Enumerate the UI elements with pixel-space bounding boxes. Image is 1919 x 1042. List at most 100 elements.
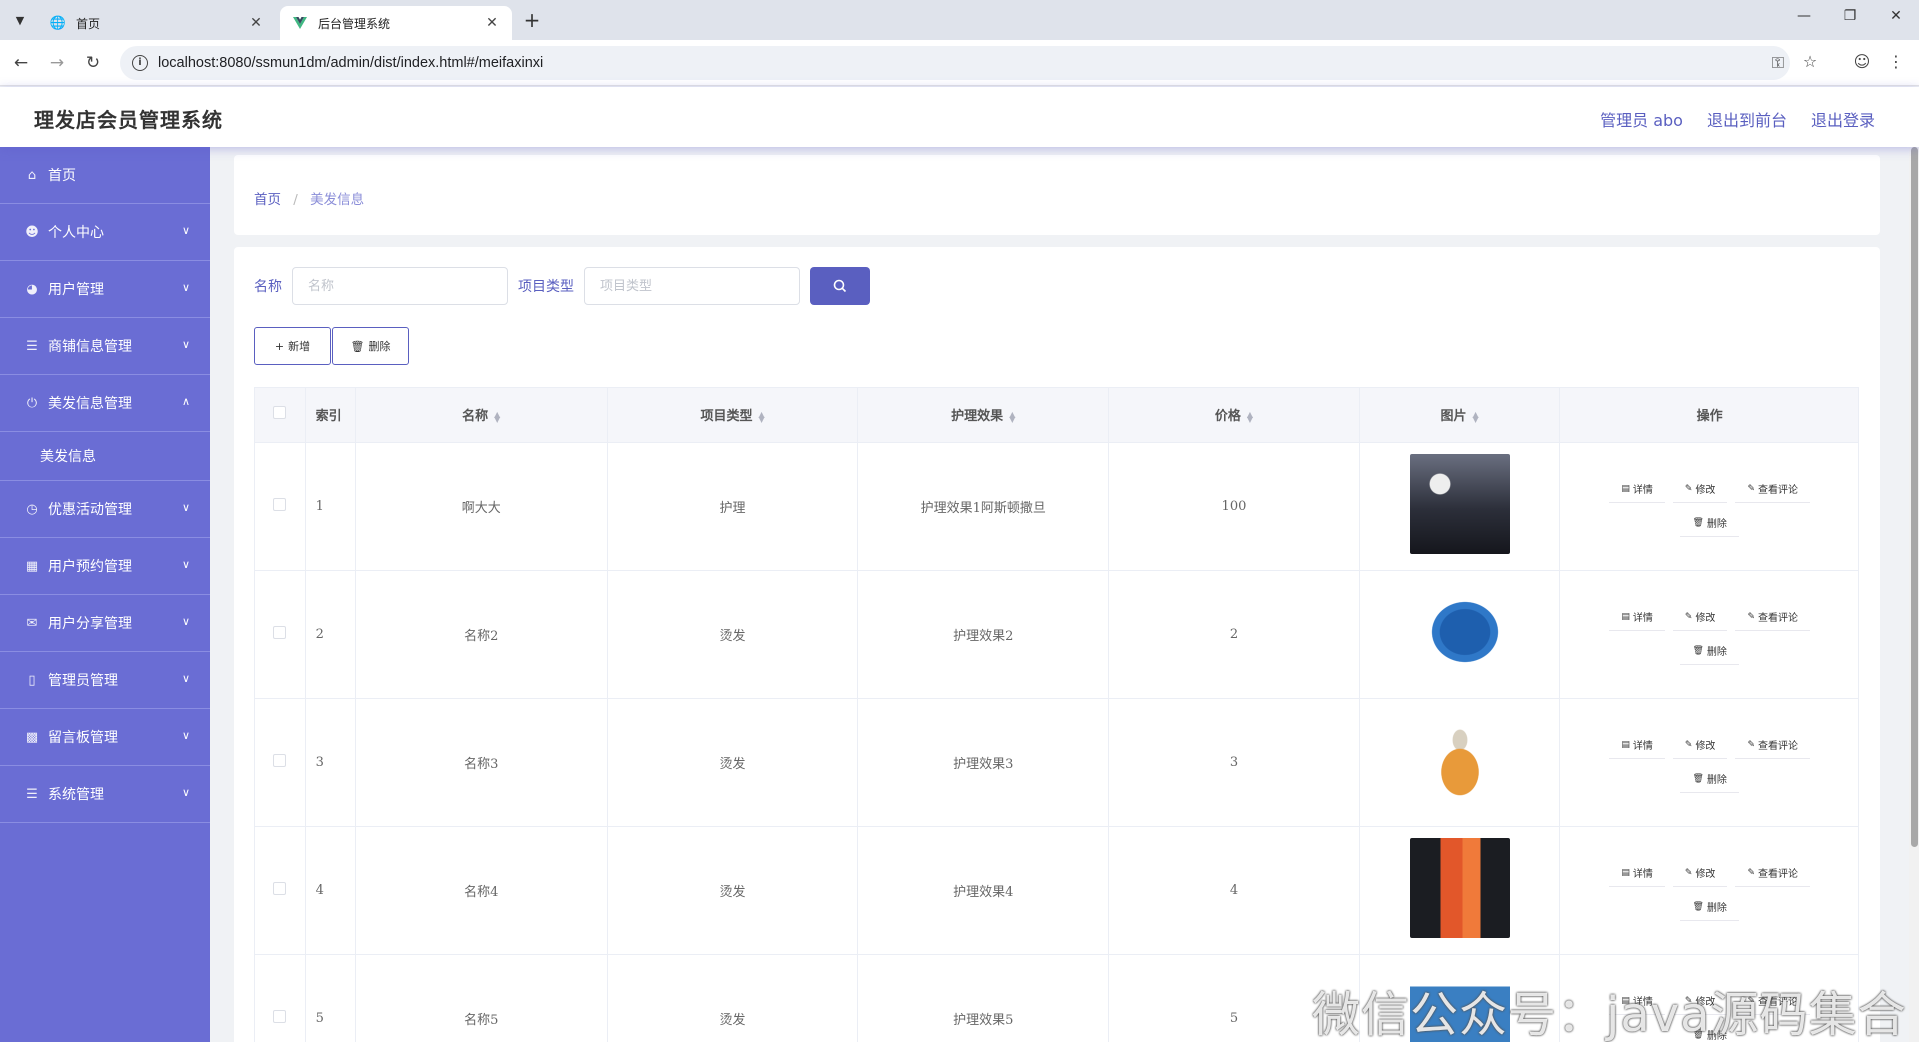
action-buttons: + 新增 🗑 删除	[254, 327, 410, 365]
minimize-icon[interactable]: —	[1792, 8, 1816, 24]
restore-icon[interactable]: ❐	[1838, 8, 1862, 24]
row-delete-button[interactable]: 🗑 删除	[1680, 893, 1739, 921]
row-checkbox[interactable]	[273, 1009, 287, 1023]
logout-link[interactable]: 退出登录	[1811, 107, 1875, 131]
cell-index: 3	[305, 698, 356, 827]
cell-index: 4	[305, 826, 356, 955]
product-thumbnail[interactable]	[1409, 710, 1510, 810]
sidebar-item-system[interactable]: ☰ 系统管理 ∨	[0, 766, 210, 823]
back-icon[interactable]: ←	[10, 52, 32, 74]
type-search-input[interactable]	[584, 267, 800, 305]
product-thumbnail[interactable]	[1409, 582, 1510, 682]
view-comments-button[interactable]: ✎ 查看评论	[1735, 603, 1810, 631]
product-thumbnail[interactable]	[1409, 454, 1510, 554]
row-checkbox[interactable]	[273, 625, 287, 639]
sidebar-item-admin-management[interactable]: ▯ 管理员管理 ∨	[0, 652, 210, 709]
browser-tab-admin[interactable]: 后台管理系统 ✕	[280, 6, 512, 40]
list-icon: ☰	[26, 786, 38, 802]
profile-icon[interactable]: ☺	[1852, 52, 1872, 71]
cell-index: 5	[305, 954, 356, 1042]
sidebar-item-hair-info-management[interactable]: ⏻ 美发信息管理 ∧	[0, 375, 210, 432]
product-thumbnail[interactable]	[1409, 838, 1510, 938]
more-menu-icon[interactable]: ⋮	[1886, 52, 1906, 71]
sidebar-item-shares[interactable]: ✉ 用户分享管理 ∨	[0, 595, 210, 652]
breadcrumb-home[interactable]: 首页	[254, 192, 281, 208]
trash-icon: 🗑	[1692, 901, 1704, 912]
row-checkbox[interactable]	[273, 497, 287, 511]
window-close-icon[interactable]: ✕	[1884, 8, 1908, 24]
detail-button[interactable]: ▤ 详情	[1609, 731, 1665, 759]
edit-button[interactable]: ✎ 修改	[1672, 731, 1728, 759]
sidebar-item-reservations[interactable]: ▦ 用户预约管理 ∨	[0, 538, 210, 595]
browser-tab-home[interactable]: 🌐 首页 ✕	[38, 6, 276, 40]
sort-icon[interactable]: ▲ ▼	[1009, 410, 1015, 423]
add-button[interactable]: + 新增	[254, 327, 331, 365]
detail-button[interactable]: ▤ 详情	[1609, 859, 1665, 887]
search-button[interactable]	[810, 267, 870, 305]
tab-search-chevron-icon[interactable]: ▼	[8, 9, 32, 31]
sidebar-subitem-hair-info[interactable]: 美发信息	[0, 432, 210, 481]
header-effect[interactable]: 护理效果 ▲ ▼	[857, 388, 1110, 443]
row-checkbox[interactable]	[273, 881, 287, 895]
edit-button[interactable]: ✎ 修改	[1672, 475, 1728, 503]
cell-actions: ▤ 详情 ✎ 修改 ✎ 查看评论 🗑 删除	[1559, 570, 1858, 699]
select-all-checkbox[interactable]	[273, 406, 287, 420]
sort-icon[interactable]: ▲ ▼	[494, 410, 500, 423]
sidebar-item-user-management[interactable]: ◕ 用户管理 ∨	[0, 261, 210, 318]
view-comments-button[interactable]: ✎ 查看评论	[1735, 475, 1810, 503]
chevron-up-icon: ∧	[181, 395, 190, 408]
row-checkbox[interactable]	[273, 753, 287, 767]
forward-icon[interactable]: →	[46, 52, 68, 74]
cell-type: 烫发	[607, 570, 859, 699]
cell-actions: ▤ 详情 ✎ 修改 ✎ 查看评论 🗑 删除	[1559, 442, 1858, 571]
new-tab-button[interactable]: +	[520, 8, 544, 32]
sort-icon[interactable]: ▲ ▼	[758, 410, 764, 423]
close-icon[interactable]: ✕	[484, 15, 500, 31]
trash-icon: 🗑	[350, 339, 365, 353]
globe-icon: 🌐	[49, 15, 67, 31]
chevron-down-icon: ∨	[181, 281, 190, 294]
chevron-down-icon: ∨	[181, 224, 190, 237]
edit-icon: ✎	[1747, 611, 1755, 622]
site-info-icon[interactable]: i	[132, 55, 148, 71]
bookmark-star-icon[interactable]: ☆	[1800, 52, 1820, 71]
page-scrollbar[interactable]	[1909, 147, 1919, 1042]
tab-title: 后台管理系统	[318, 16, 391, 31]
scrollbar-thumb[interactable]	[1911, 147, 1918, 847]
detail-button[interactable]: ▤ 详情	[1609, 475, 1665, 503]
header-image[interactable]: 图片 ▲ ▼	[1359, 388, 1561, 443]
row-delete-button[interactable]: 🗑 删除	[1680, 509, 1739, 537]
sort-icon[interactable]: ▲ ▼	[1473, 410, 1479, 423]
edit-icon: ✎	[1684, 483, 1693, 494]
view-comments-button[interactable]: ✎ 查看评论	[1735, 859, 1810, 887]
back-to-front-link[interactable]: 退出到前台	[1707, 107, 1787, 131]
url-input[interactable]: i localhost:8080/ssmun1dm/admin/dist/ind…	[120, 46, 1790, 80]
reload-icon[interactable]: ↻	[82, 52, 104, 74]
row-delete-button[interactable]: 🗑 删除	[1680, 637, 1739, 665]
sidebar-item-shop-info[interactable]: ☰ 商铺信息管理 ∨	[0, 318, 210, 375]
sidebar-item-home[interactable]: ⌂ 首页	[0, 147, 210, 204]
sort-icon[interactable]: ▲ ▼	[1247, 410, 1253, 423]
trash-icon: 🗑	[1692, 645, 1704, 656]
address-bar-row: ← → ↻ i localhost:8080/ssmun1dm/admin/di…	[0, 40, 1919, 86]
close-icon[interactable]: ✕	[248, 15, 264, 31]
header-links: 管理员 abo 退出到前台 退出登录	[1600, 107, 1875, 131]
header-type[interactable]: 项目类型 ▲ ▼	[607, 388, 859, 443]
sidebar-item-message-board[interactable]: ▩ 留言板管理 ∨	[0, 709, 210, 766]
name-search-input[interactable]	[292, 267, 508, 305]
sidebar-item-label: 美发信息	[40, 449, 96, 465]
row-delete-button[interactable]: 🗑 删除	[1680, 765, 1739, 793]
password-key-icon[interactable]: ⚿	[1768, 53, 1788, 73]
sidebar-item-promotions[interactable]: ◷ 优惠活动管理 ∨	[0, 481, 210, 538]
view-comments-button[interactable]: ✎ 查看评论	[1735, 731, 1810, 759]
edit-label: 修改	[1695, 741, 1716, 752]
user-icon: ☻	[25, 224, 39, 240]
header-name[interactable]: 名称 ▲ ▼	[355, 388, 608, 443]
edit-icon: ✎	[1684, 611, 1693, 622]
batch-delete-button[interactable]: 🗑 删除	[332, 327, 409, 365]
sidebar-item-personal-center[interactable]: ☻ 个人中心 ∨	[0, 204, 210, 261]
edit-button[interactable]: ✎ 修改	[1672, 603, 1728, 631]
edit-button[interactable]: ✎ 修改	[1672, 859, 1728, 887]
detail-button[interactable]: ▤ 详情	[1609, 603, 1665, 631]
header-price[interactable]: 价格 ▲ ▼	[1108, 388, 1360, 443]
